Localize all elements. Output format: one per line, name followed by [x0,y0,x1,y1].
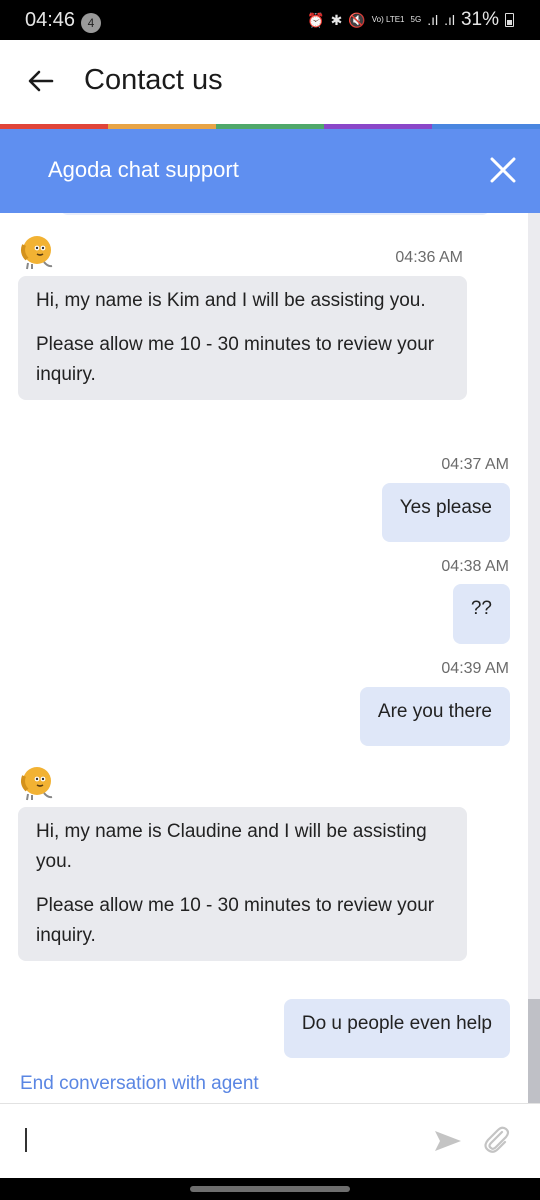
message-timestamp: 04:38 AM [441,558,509,575]
end-conversation-link[interactable]: End conversation with agent [20,1073,259,1095]
chat-messages[interactable]: 04:36 AM Hi, my name is Kim and I will b… [0,213,540,1103]
message-text: Please allow me 10 - 30 minutes to revie… [36,895,435,946]
agent-avatar-icon [21,767,53,801]
message-input[interactable] [20,1118,410,1162]
volte-icon: Vo) LTE1 [371,15,405,24]
bluetooth-icon: ✱ [330,12,343,28]
previous-message-edge [60,213,490,215]
user-message: Do u people even help [283,999,510,1058]
message-timestamp: 04:36 AM [395,249,463,266]
status-icons: ⏰ ✱ 🔇 Vo) LTE1 5G .ıl .ıl 31% [307,9,514,31]
message-timestamp: 04:39 AM [441,660,509,677]
battery-icon [505,13,514,27]
home-gesture-handle[interactable] [190,1186,350,1192]
chat-header: Agoda chat support [0,129,540,213]
signal-icon: .ıl [427,12,439,28]
message-text: Hi, my name is Claudine and I will be as… [36,821,427,872]
page-title: Contact us [84,64,223,96]
scrollbar-thumb[interactable] [528,999,540,1103]
battery-percent: 31% [460,9,499,30]
message-text: ?? [470,598,492,619]
arrow-left-icon[interactable] [26,66,56,96]
message-timestamp: 04:37 AM [441,456,509,473]
status-bar: 04:46 4 ⏰ ✱ 🔇 Vo) LTE1 5G .ıl .ıl 31% [0,0,540,40]
app-bar: Contact us [0,40,540,124]
message-composer [0,1103,540,1178]
agent-message: Hi, my name is Claudine and I will be as… [18,807,467,961]
message-text: Do u people even help [301,1013,492,1034]
alarm-icon: ⏰ [307,12,325,28]
message-text: Yes please [399,497,492,518]
5g-icon: 5G [410,15,422,24]
user-message: ?? [452,584,510,644]
paperclip-icon[interactable] [481,1124,511,1154]
status-time: 04:46 [25,9,76,31]
signal-icon: .ıl [444,12,455,28]
message-text: Please allow me 10 - 30 minutes to revie… [36,334,435,385]
close-icon[interactable] [488,155,518,185]
message-text: Are you there [377,701,492,722]
system-nav-bar [0,1178,540,1200]
agent-message: Hi, my name is Kim and I will be assisti… [18,276,467,400]
text-cursor [25,1128,27,1152]
user-message: Are you there [359,687,510,746]
message-text: Hi, my name is Kim and I will be assisti… [36,290,426,311]
mute-icon: 🔇 [348,12,366,28]
notification-count-badge: 4 [81,13,101,33]
chat-title: Agoda chat support [48,157,239,182]
user-message: Yes please [381,483,510,542]
send-icon[interactable] [433,1128,463,1154]
scrollbar-track[interactable] [528,213,540,1103]
agent-avatar-icon [21,236,53,270]
